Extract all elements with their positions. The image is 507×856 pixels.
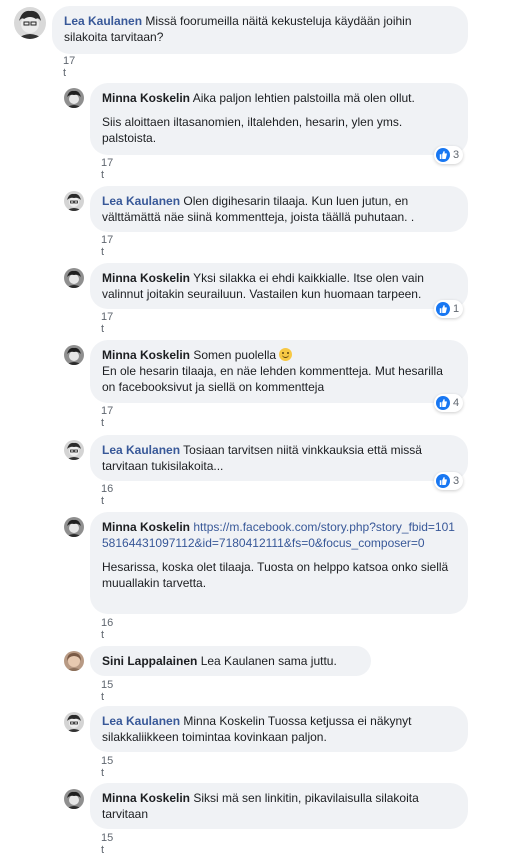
comment-author[interactable]: Lea Kaulanen [102,194,180,208]
comment-author[interactable]: Lea Kaulanen [102,443,180,457]
comment-author[interactable]: Lea Kaulanen [64,14,142,28]
comment-time[interactable]: 15 t [101,755,113,779]
avatar[interactable] [64,712,84,732]
comment-time[interactable]: 17 t [101,405,113,429]
avatar[interactable] [14,7,46,39]
comment-text-paragraph: Hesarissa, koska olet tilaaja. Tuosta on… [102,560,449,590]
comment-text: sama juttu. [278,654,337,668]
reaction-number: 3 [453,149,460,161]
reaction-count[interactable]: 3 [434,472,464,490]
avatar[interactable] [64,789,84,809]
comment-author[interactable]: Sini Lappalainen [102,654,197,668]
comment-time[interactable]: 17 t [63,55,75,79]
comment-author[interactable]: Minna Koskelin [102,271,190,285]
comment-author[interactable]: Lea Kaulanen [102,714,180,728]
reaction-number: 4 [453,397,460,409]
comment-author[interactable]: Minna Koskelin [102,791,190,805]
comment-bubble: Lea Kaulanen Olen digihesarin tilaaja. K… [90,186,468,232]
comment-author[interactable]: Minna Koskelin [102,91,190,105]
mention-link[interactable]: Lea Kaulanen [201,654,275,668]
mention-link[interactable]: Minna Koskelin [183,714,264,728]
like-icon [436,396,450,410]
comment-bubble: Minna Koskelin Aika paljon lehtien palst… [90,83,468,155]
reaction-number: 3 [453,475,460,487]
comment-time[interactable]: 15 t [101,679,113,703]
comment-time[interactable]: 17 t [101,234,113,258]
avatar[interactable] [64,440,84,460]
comment-time[interactable]: 15 t [101,832,113,856]
avatar[interactable] [64,191,84,211]
like-icon [436,148,450,162]
avatar[interactable] [64,345,84,365]
comment-text: Aika paljon lehtien palstoilla mä olen o… [192,91,415,105]
reaction-count[interactable]: 4 [434,394,464,412]
avatar[interactable] [64,88,84,108]
comment-bubble: Minna Koskelin Yksi silakka ei ehdi kaik… [90,263,468,309]
comment-text-paragraph: En ole hesarin tilaaja, en näe lehden ko… [102,364,443,394]
like-icon [436,474,450,488]
comment-text-paragraph: Siis aloittaen iltasanomien, iltalehden,… [102,115,403,145]
comment-text: Somen puolella [193,348,277,362]
avatar[interactable] [64,517,84,537]
avatar[interactable] [64,268,84,288]
comment-author[interactable]: Minna Koskelin [102,520,190,534]
reaction-count[interactable]: 3 [434,146,464,164]
comment-bubble: Minna Koskelin Somen puolella En ole hes… [90,340,468,403]
comment-time[interactable]: 17 t [101,311,113,335]
avatar[interactable] [64,651,84,671]
comment-time[interactable]: 17 t [101,157,113,181]
comment-time[interactable]: 16 t [101,483,113,507]
smiley-emoji-icon [279,348,293,361]
comment-bubble: Sini Lappalainen Lea Kaulanen sama juttu… [90,646,371,676]
like-icon [436,302,450,316]
comment-author[interactable]: Minna Koskelin [102,348,190,362]
comment-time[interactable]: 16 t [101,617,113,641]
comment-bubble: Lea Kaulanen Tosiaan tarvitsen niitä vin… [90,435,468,481]
reaction-number: 1 [453,303,460,315]
reaction-count[interactable]: 1 [434,300,464,318]
comment-bubble: Lea Kaulanen Minna Koskelin Tuossa ketju… [90,706,468,752]
comment-bubble: Minna Koskelin https://m.facebook.com/st… [90,512,468,614]
comment-bubble: Lea Kaulanen Missä foorumeilla näitä kek… [52,6,468,54]
comment-bubble: Minna Koskelin Siksi mä sen linkitin, pi… [90,783,468,829]
